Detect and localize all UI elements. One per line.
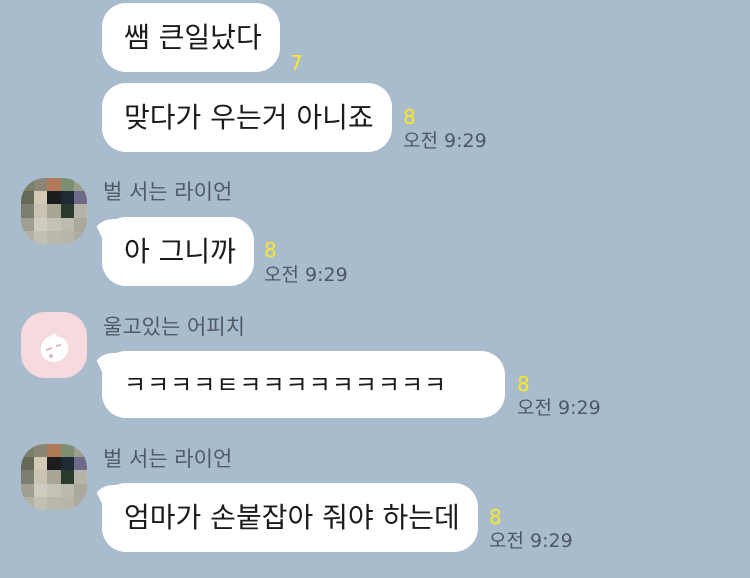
unread-count: 7 [290, 51, 303, 75]
chat-room: 쌤 큰일났다 7 맞다가 우는거 아니죠 8 오전 9:29 벌 서는 라이언 … [0, 0, 750, 578]
avatar[interactable] [21, 312, 87, 378]
avatar[interactable] [21, 444, 87, 510]
message-time: 오전 9:29 [517, 397, 601, 419]
message-text: 아 그니까 [124, 234, 236, 268]
unread-count: 8 [517, 372, 530, 396]
sender-name: 울고있는 어피치 [103, 315, 245, 339]
message-text: ㅋㅋㅋㅋㅌㅋㅋㅋㅋㅋㅋㅋㅋㅋ [124, 370, 448, 399]
message-text: 맞다가 우는거 아니죠 [124, 100, 374, 134]
message-bubble[interactable]: 맞다가 우는거 아니죠 [102, 83, 392, 152]
unread-count: 8 [489, 505, 502, 529]
unread-count: 8 [264, 238, 277, 262]
sender-name: 벌 서는 라이언 [103, 447, 233, 471]
apeach-icon [40, 333, 69, 363]
unread-count: 8 [403, 105, 416, 129]
message-bubble[interactable]: ㅋㅋㅋㅋㅌㅋㅋㅋㅋㅋㅋㅋㅋㅋ [102, 351, 505, 418]
message-bubble[interactable]: 엄마가 손붙잡아 줘야 하는데 [102, 483, 478, 552]
message-time: 오전 9:29 [489, 530, 573, 552]
sender-name: 벌 서는 라이언 [103, 180, 233, 204]
message-time: 오전 9:29 [403, 130, 487, 152]
message-time: 오전 9:29 [264, 264, 348, 286]
message-bubble[interactable]: 아 그니까 [102, 217, 254, 286]
avatar[interactable] [21, 178, 87, 244]
message-bubble[interactable]: 쌤 큰일났다 [102, 3, 280, 72]
message-text: 엄마가 손붙잡아 줘야 하는데 [124, 500, 460, 534]
message-text: 쌤 큰일났다 [124, 20, 262, 54]
